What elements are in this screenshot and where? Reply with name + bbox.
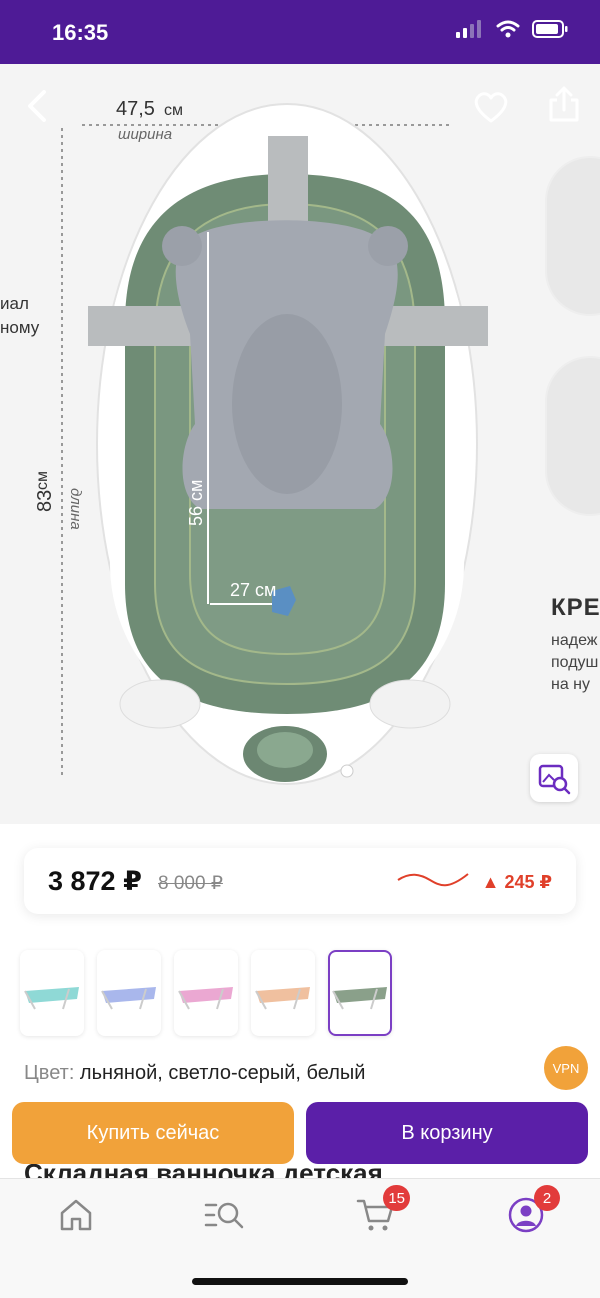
image-search-icon [538,764,571,795]
add-to-cart-button[interactable]: В корзину [306,1102,588,1164]
length-dimension-label: длина [67,488,84,530]
width-dimension-unit: см [164,102,183,119]
price-delta: ▲ 245 ₽ [481,872,552,892]
next-slide-title: КРЕ [551,594,600,621]
thumbnail-peach[interactable] [251,950,315,1036]
back-button[interactable] [22,86,52,126]
status-icons [456,20,568,38]
thumbnail-blue[interactable] [97,950,161,1036]
bathtub-thumb-icon [178,987,233,1010]
tab-profile[interactable]: 2 [504,1185,560,1237]
bathtub-thumb-icon [255,987,310,1010]
left-cut-text-2: ному [0,318,40,337]
tab-home[interactable] [54,1193,98,1237]
width-dimension-label: ширина [118,126,173,143]
inner-width-dimension: 27 см [230,580,277,600]
chevron-left-icon [28,90,46,122]
old-price: 8 000 ₽ [158,873,223,894]
current-price: 3 872 ₽ [48,866,142,896]
next-slide-line-2: подуш [551,654,599,671]
inner-length-dimension: 56 см [186,479,206,526]
cart-count-badge: 15 [383,1185,410,1211]
thumbnail-pink[interactable] [174,950,238,1036]
profile-notification-badge: 2 [534,1185,560,1211]
status-bar: 16:35 [0,0,600,64]
color-value: льняной, светло-серый, белый [74,1062,366,1084]
vpn-badge[interactable]: VPN [544,1046,588,1090]
buy-now-button[interactable]: Купить сейчас [12,1102,294,1164]
baby-bathtub-image [61,103,488,785]
tab-catalog-search[interactable] [202,1193,246,1237]
favorite-button[interactable] [472,88,510,126]
thumbnail-aqua[interactable] [20,950,84,1036]
next-slide-line-1: надеж [551,632,598,649]
next-slide-preview-top [545,156,600,316]
thumbnail-green-selected[interactable] [328,950,392,1036]
visual-search-button[interactable] [530,754,578,802]
next-slide-line-3: на ну [551,676,591,693]
signal-icon [456,20,481,38]
color-thumbnails [20,950,392,1036]
length-dimension-unit: см [34,471,51,490]
color-label: Цвет: [24,1062,75,1084]
wifi-icon [496,20,520,38]
catalog-search-icon [204,1202,244,1229]
product-gallery[interactable]: 47,5 см ширина 83 см длина 56 см 27 см и… [0,64,600,824]
bathtub-thumb-icon [332,987,387,1010]
share-icon [549,86,579,122]
heart-icon [474,92,508,123]
color-info: Цвет: льняной, светло-серый, белый [24,1062,365,1085]
tab-cart[interactable]: 15 [354,1185,410,1237]
bathtub-thumb-icon [101,987,156,1010]
length-dimension-value: 83 [34,489,56,512]
price-card[interactable]: 3 872 ₽ 8 000 ₽ ▲ 245 ₽ [24,848,576,914]
bathtub-thumb-icon [24,987,79,1010]
next-slide-preview-bottom [545,356,600,516]
width-dimension-value: 47,5 [116,98,155,120]
price-trend-sparkline [397,873,469,887]
status-time: 16:35 [52,20,109,45]
battery-icon [532,20,568,38]
home-indicator [192,1278,408,1285]
share-button[interactable] [546,84,582,124]
left-cut-text-1: иал [0,294,29,313]
home-icon [60,1199,92,1231]
